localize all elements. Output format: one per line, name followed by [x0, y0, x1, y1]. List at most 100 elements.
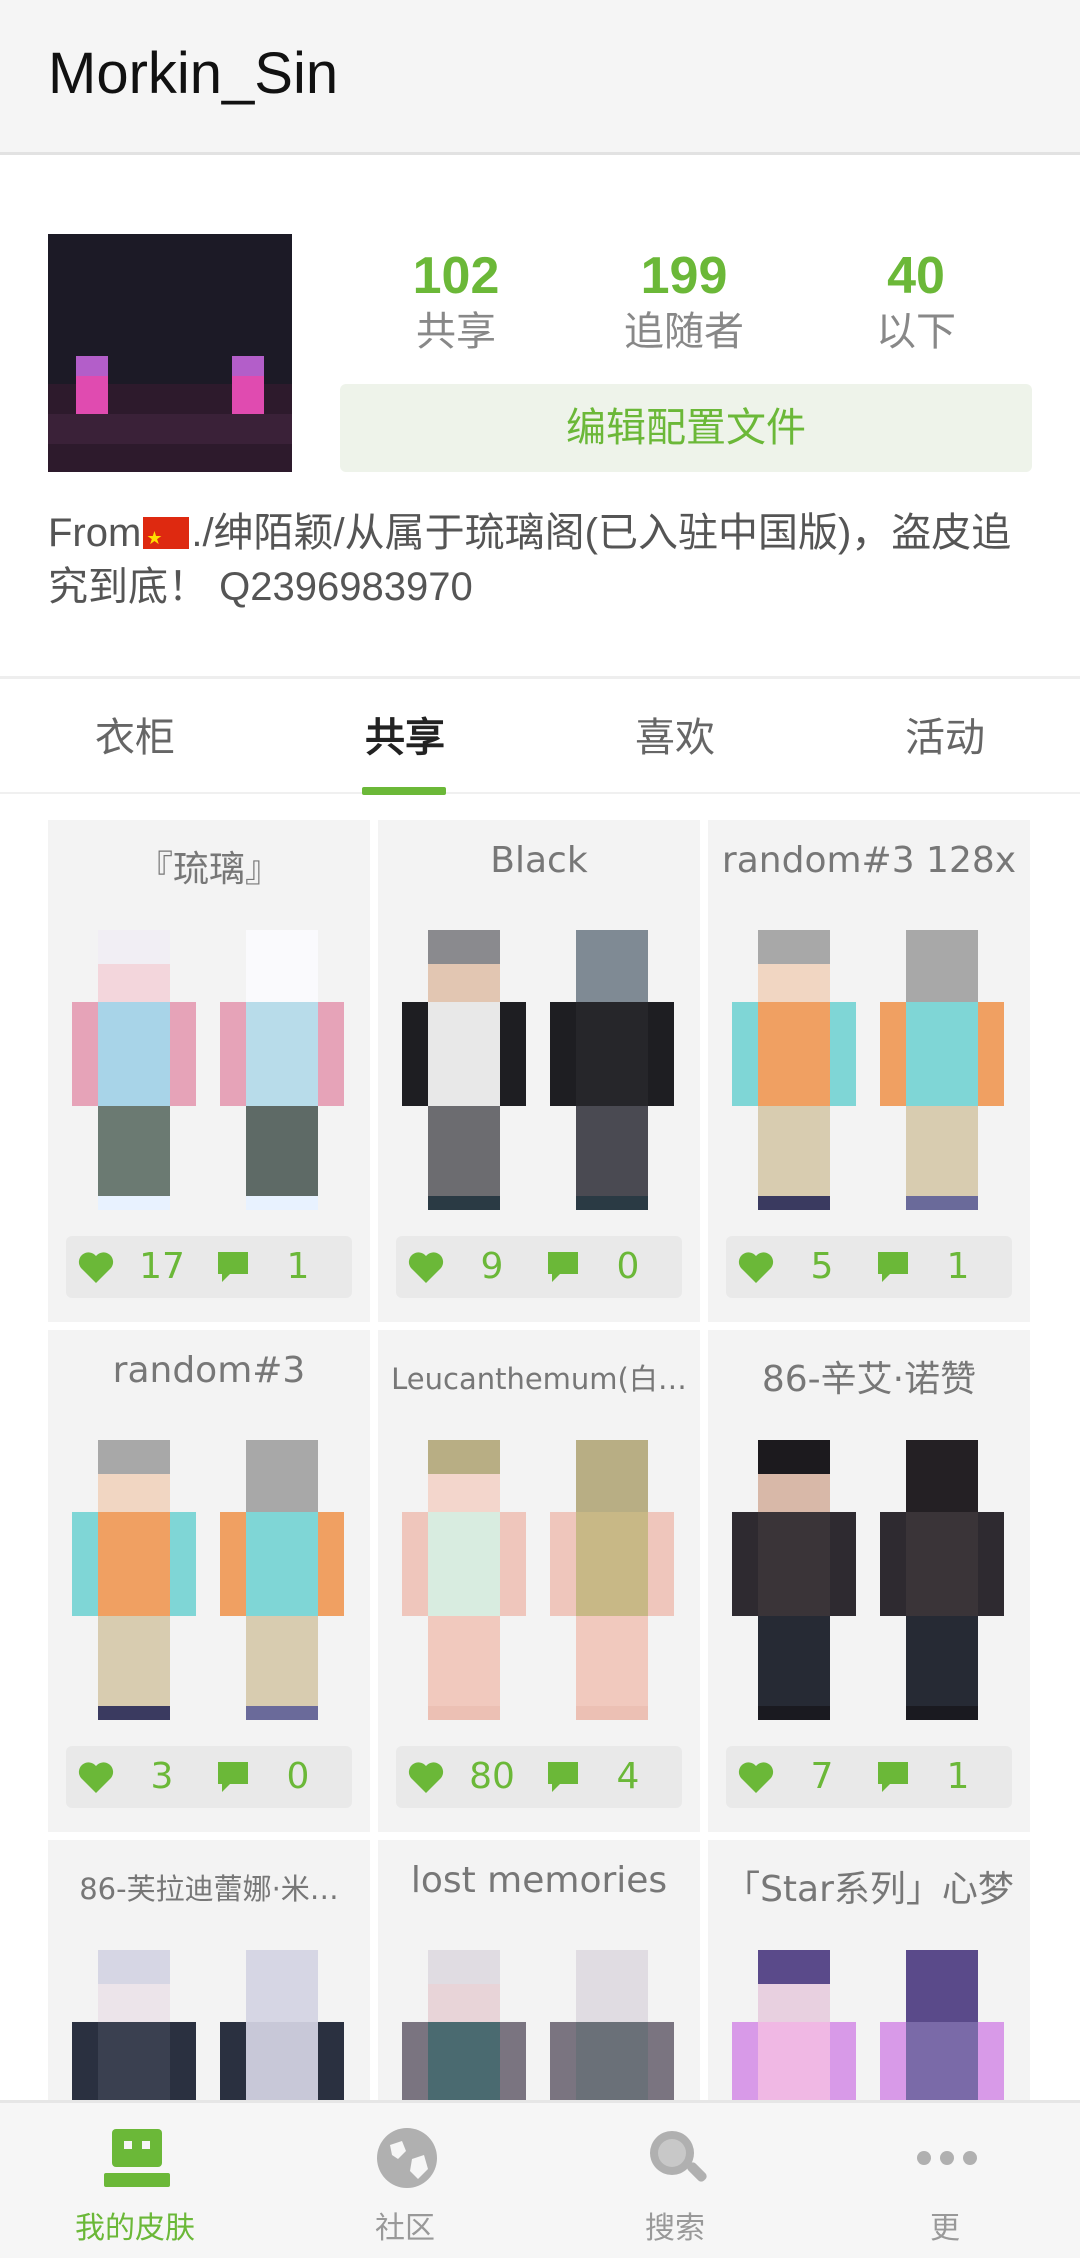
- likes-count: 3: [150, 1756, 174, 1797]
- tab-liked[interactable]: 喜欢: [540, 679, 810, 797]
- bio-text: ./绅陌颖/从属于琉璃阁(已入驻中国版)，盗皮追究到底！ Q2396983970: [48, 511, 1012, 609]
- skin-card[interactable]: 86-芙拉迪蕾娜·米…: [48, 1840, 370, 2100]
- skin-stats: 17 1: [66, 1236, 352, 1298]
- china-flag-icon: [143, 511, 190, 565]
- heart-icon[interactable]: [408, 1250, 444, 1284]
- avatar[interactable]: [48, 234, 292, 472]
- following-label: 以下: [876, 309, 956, 355]
- comments-count: 4: [616, 1756, 640, 1797]
- nav-label: 更: [930, 2211, 960, 2246]
- comment-icon[interactable]: [876, 1250, 910, 1284]
- skin-front-preview: [402, 1440, 526, 1720]
- skin-card[interactable]: random#3 3 0: [48, 1330, 370, 1832]
- nav-label: 我的皮肤: [75, 2211, 195, 2246]
- skin-back-preview: [550, 930, 674, 1210]
- skin-back-preview: [220, 930, 344, 1210]
- skin-name: Leucanthemum(白…: [391, 1362, 687, 1396]
- tab-activity[interactable]: 活动: [810, 679, 1080, 797]
- more-icon: [917, 2151, 977, 2165]
- skin-front-preview: [72, 1950, 196, 2100]
- skin-card[interactable]: 「Star系列」心梦: [708, 1840, 1030, 2100]
- heart-icon[interactable]: [738, 1760, 774, 1794]
- skin-card[interactable]: 『琉璃』 17 1: [48, 820, 370, 1322]
- skin-front-preview: [732, 1950, 856, 2100]
- skin-back-preview: [880, 1950, 1004, 2100]
- stat-following[interactable]: 40 以下: [816, 246, 1016, 358]
- comment-icon[interactable]: [876, 1760, 910, 1794]
- followers-label: 追随者: [624, 309, 744, 355]
- comment-icon[interactable]: [546, 1250, 580, 1284]
- skin-back-preview: [220, 1440, 344, 1720]
- heart-icon[interactable]: [408, 1760, 444, 1794]
- skin-front-preview: [732, 1440, 856, 1720]
- skin-back-preview: [550, 1440, 674, 1720]
- comments-count: 0: [286, 1756, 310, 1797]
- skin-name: random#3: [112, 1350, 306, 1391]
- skin-name: Black: [490, 840, 588, 881]
- nav-search[interactable]: 搜索: [540, 2103, 810, 2258]
- tab-wardrobe[interactable]: 衣柜: [0, 679, 270, 797]
- skin-stats: 5 1: [726, 1236, 1012, 1298]
- shares-label: 共享: [416, 309, 496, 355]
- skin-name: 「Star系列」心梦: [724, 1869, 1014, 1910]
- heart-icon[interactable]: [738, 1250, 774, 1284]
- nav-label: 搜索: [645, 2211, 705, 2246]
- skin-front-preview: [402, 1950, 526, 2100]
- page-title: Morkin_Sin: [48, 41, 339, 106]
- globe-icon: [377, 2128, 437, 2188]
- bottom-navigation: 我的皮肤 社区 搜索 更: [0, 2100, 1080, 2258]
- skin-front-preview: [72, 930, 196, 1210]
- likes-count: 5: [810, 1246, 834, 1287]
- skin-front-preview: [402, 930, 526, 1210]
- comment-icon[interactable]: [216, 1250, 250, 1284]
- skin-back-preview: [880, 1440, 1004, 1720]
- comment-icon[interactable]: [216, 1760, 250, 1794]
- stat-followers[interactable]: 199 追随者: [584, 246, 784, 358]
- nav-more[interactable]: 更: [810, 2103, 1080, 2258]
- active-tab-indicator: [362, 787, 446, 795]
- bio-prefix: From: [48, 511, 142, 555]
- profile-tabs: 衣柜 共享 喜欢 活动: [0, 676, 1080, 797]
- skin-name: lost memories: [410, 1860, 668, 1901]
- followers-count: 199: [640, 247, 728, 305]
- skin-name: 『琉璃』: [136, 849, 281, 890]
- tab-shared[interactable]: 共享: [270, 679, 540, 797]
- comments-count: 1: [946, 1246, 970, 1287]
- skin-back-preview: [220, 1950, 344, 2100]
- skin-card[interactable]: 86-辛艾·诺赞 7 1: [708, 1330, 1030, 1832]
- search-icon: [650, 2131, 707, 2182]
- skin-icon: [104, 2129, 170, 2187]
- likes-count: 17: [139, 1246, 185, 1287]
- comment-icon[interactable]: [546, 1760, 580, 1794]
- skin-name: 86-芙拉迪蕾娜·米…: [79, 1872, 339, 1906]
- skin-back-preview: [550, 1950, 674, 2100]
- skin-card[interactable]: Black 9 0: [378, 820, 700, 1322]
- profile-bio: From./绅陌颖/从属于琉璃阁(已入驻中国版)，盗皮追究到底！ Q239698…: [48, 506, 1038, 614]
- comments-count: 1: [286, 1246, 310, 1287]
- skin-stats: 80 4: [396, 1746, 682, 1808]
- comments-count: 1: [946, 1756, 970, 1797]
- skin-front-preview: [732, 930, 856, 1210]
- following-count: 40: [887, 247, 945, 305]
- skin-name: 86-辛艾·诺赞: [761, 1359, 977, 1400]
- heart-icon[interactable]: [78, 1760, 114, 1794]
- app-header: Morkin_Sin: [0, 0, 1080, 155]
- skin-grid: 『琉璃』 17 1 Black 9 0 random#3 128x 5 1 ra…: [0, 796, 1080, 2100]
- skin-card[interactable]: Leucanthemum(白… 80 4: [378, 1330, 700, 1832]
- likes-count: 9: [480, 1246, 504, 1287]
- skin-back-preview: [880, 930, 1004, 1210]
- nav-community[interactable]: 社区: [270, 2103, 540, 2258]
- skin-card[interactable]: lost memories: [378, 1840, 700, 2100]
- likes-count: 7: [810, 1756, 834, 1797]
- skin-card[interactable]: random#3 128x 5 1: [708, 820, 1030, 1322]
- skin-front-preview: [72, 1440, 196, 1720]
- profile-section: 102 共享 199 追随者 40 以下 编辑配置文件 From./绅陌颖/从属…: [0, 158, 1080, 674]
- skin-name: random#3 128x: [721, 840, 1017, 881]
- likes-count: 80: [469, 1756, 515, 1797]
- skin-stats: 9 0: [396, 1236, 682, 1298]
- edit-profile-button[interactable]: 编辑配置文件: [340, 384, 1032, 472]
- heart-icon[interactable]: [78, 1250, 114, 1284]
- stat-shares[interactable]: 102 共享: [356, 246, 556, 358]
- nav-my-skins[interactable]: 我的皮肤: [0, 2103, 270, 2258]
- nav-label: 社区: [375, 2211, 435, 2246]
